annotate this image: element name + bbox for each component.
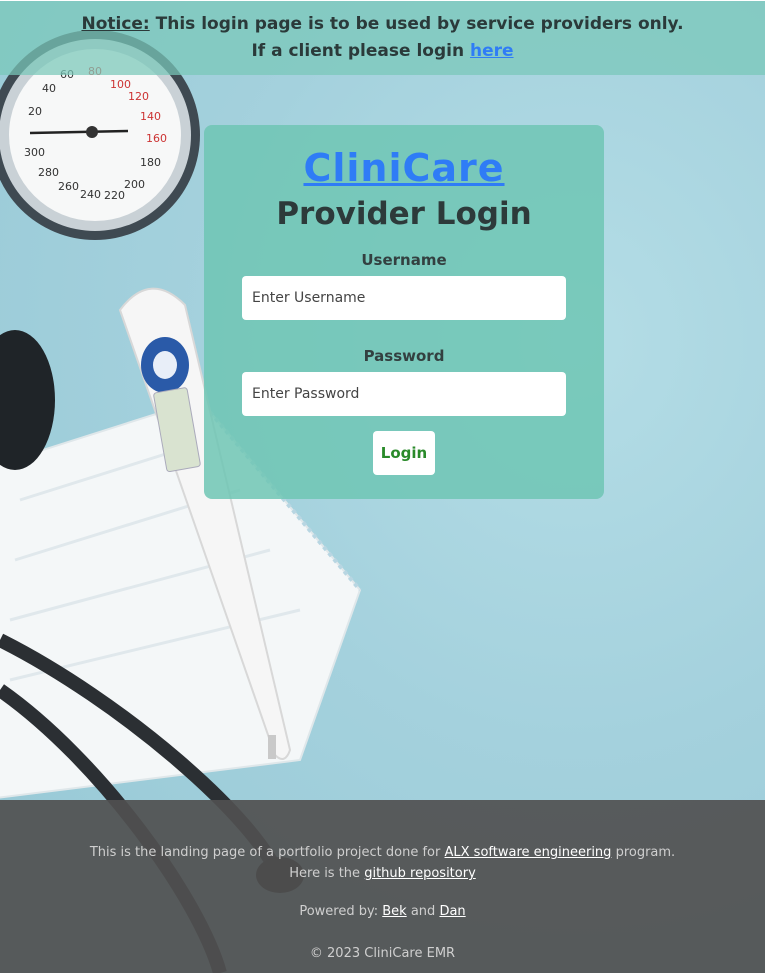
- svg-text:180: 180: [140, 156, 161, 169]
- notice-banner: Notice: This login page is to be used by…: [0, 0, 765, 75]
- svg-text:140: 140: [140, 110, 161, 123]
- svg-text:120: 120: [128, 90, 149, 103]
- powered-by-text: Powered by:: [299, 904, 379, 919]
- username-input[interactable]: [242, 276, 566, 320]
- login-button[interactable]: Login: [373, 431, 435, 475]
- svg-text:200: 200: [124, 178, 145, 191]
- svg-text:300: 300: [24, 146, 45, 159]
- svg-text:220: 220: [104, 189, 125, 202]
- author-dan-link[interactable]: Dan: [439, 904, 465, 919]
- svg-text:260: 260: [58, 180, 79, 193]
- password-label: Password: [363, 347, 445, 365]
- svg-text:20: 20: [28, 105, 42, 118]
- notice-line-1: Notice: This login page is to be used by…: [0, 11, 765, 38]
- page-title: Provider Login: [276, 196, 532, 232]
- client-login-link[interactable]: here: [470, 41, 514, 61]
- and-text: and: [410, 904, 436, 919]
- footer-text-start: This is the landing page of a portfolio …: [89, 845, 441, 860]
- password-input[interactable]: [242, 372, 566, 416]
- github-repo-link[interactable]: github repository: [364, 866, 476, 881]
- client-notice-text: If a client please login: [251, 41, 465, 61]
- svg-text:40: 40: [42, 82, 56, 95]
- footer-powered-by: Powered by: Bek and Dan: [0, 904, 765, 919]
- login-card: CliniCare Provider Login Username Passwo…: [204, 125, 604, 499]
- notice-line-2: If a client please login here: [0, 38, 765, 65]
- alx-link[interactable]: ALX software engineering: [445, 845, 612, 860]
- copyright-text: © 2023 CliniCare EMR: [309, 946, 456, 961]
- author-bek-link[interactable]: Bek: [382, 904, 406, 919]
- brand-logo-link[interactable]: CliniCare: [303, 145, 504, 191]
- notice-text: This login page is to be used by service…: [155, 14, 684, 34]
- footer: This is the landing page of a portfolio …: [0, 800, 765, 973]
- footer-text-end: program.: [615, 845, 676, 860]
- svg-text:160: 160: [146, 132, 167, 145]
- svg-text:240: 240: [80, 188, 101, 201]
- footer-description: This is the landing page of a portfolio …: [0, 842, 765, 884]
- svg-text:280: 280: [38, 166, 59, 179]
- notice-label: Notice:: [81, 14, 150, 34]
- footer-repo-text: Here is the: [289, 866, 361, 881]
- username-label: Username: [361, 251, 447, 269]
